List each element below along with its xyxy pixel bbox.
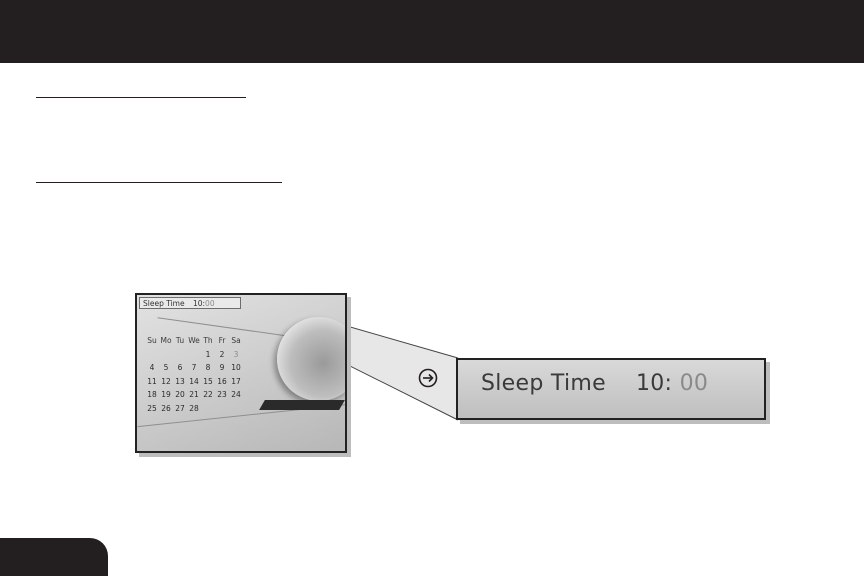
device-screen-thumbnail: Sleep Time 10:00 Su Mo Tu We Th Fr Sa 1 2 3 4 5 6 7 8 9… xyxy=(135,293,347,453)
calendar-day: 13 xyxy=(175,376,185,386)
calendar-day: 16 xyxy=(217,376,227,386)
calendar-day: 4 xyxy=(149,363,155,373)
sleep-time-hours: 10: xyxy=(192,299,206,308)
calendar-weekday: Sa xyxy=(231,336,241,346)
calendar-day: 28 xyxy=(189,403,199,413)
calendar-day: 12 xyxy=(161,376,171,386)
calendar-weekday: Mo xyxy=(160,336,172,346)
page-tab xyxy=(0,538,108,576)
calendar-day: 5 xyxy=(163,363,169,373)
sleep-time-minutes: 00 xyxy=(205,299,215,308)
calendar-day: 11 xyxy=(147,376,157,386)
calendar-day xyxy=(215,402,229,416)
calendar-day: 19 xyxy=(161,390,171,400)
calendar-day: 6 xyxy=(177,363,183,373)
calendar-day: 2 xyxy=(219,349,225,359)
calendar-day: 14 xyxy=(189,376,199,386)
calendar-day: 18 xyxy=(147,390,157,400)
calendar-day xyxy=(187,348,201,362)
calendar-weekday: We xyxy=(188,336,200,346)
zoom-hours: 10: xyxy=(635,371,673,396)
calendar-weekday: Su xyxy=(147,336,157,346)
clock-icon xyxy=(277,317,345,401)
calendar-day: 3 xyxy=(233,349,239,359)
calendar-day: 24 xyxy=(231,390,241,400)
calendar-day: 20 xyxy=(175,390,185,400)
sleep-time-label: Sleep Time xyxy=(143,299,185,308)
calendar-day xyxy=(145,348,159,362)
calendar-day: 23 xyxy=(217,390,227,400)
sleep-time-zoom: Sleep Time 10: 00 xyxy=(456,358,766,420)
calendar: Su Mo Tu We Th Fr Sa 1 2 3 4 5 6 7 8 9 10 11 12 13 14 15 16 17 1… xyxy=(145,334,243,415)
calendar-day xyxy=(173,348,187,362)
calendar-day: 1 xyxy=(205,349,211,359)
sleep-time-status: Sleep Time 10:00 xyxy=(139,297,241,309)
calendar-day xyxy=(201,402,215,416)
zoom-label: Sleep Time xyxy=(481,371,606,396)
callout-connector xyxy=(245,296,459,421)
calendar-day: 17 xyxy=(231,376,241,386)
calendar-day xyxy=(159,348,173,362)
calendar-day: 25 xyxy=(147,403,157,413)
calendar-day xyxy=(229,402,243,416)
calendar-day: 27 xyxy=(175,403,185,413)
calendar-day: 9 xyxy=(219,363,225,373)
calendar-day: 26 xyxy=(161,403,171,413)
calendar-day: 21 xyxy=(189,390,199,400)
calendar-weekday: Tu xyxy=(175,336,185,346)
calendar-day: 8 xyxy=(205,363,211,373)
calendar-day: 22 xyxy=(203,390,213,400)
calendar-weekday: Th xyxy=(203,336,213,346)
calendar-day: 10 xyxy=(231,363,241,373)
clock-stand xyxy=(259,400,345,410)
calendar-day: 15 xyxy=(203,376,213,386)
zoom-text: Sleep Time 10: 00 xyxy=(481,371,708,396)
zoom-minutes: 00 xyxy=(679,371,709,396)
calendar-weekday: Fr xyxy=(218,336,226,346)
arrow-right-circle-icon xyxy=(418,368,438,388)
calendar-day: 7 xyxy=(191,363,197,373)
